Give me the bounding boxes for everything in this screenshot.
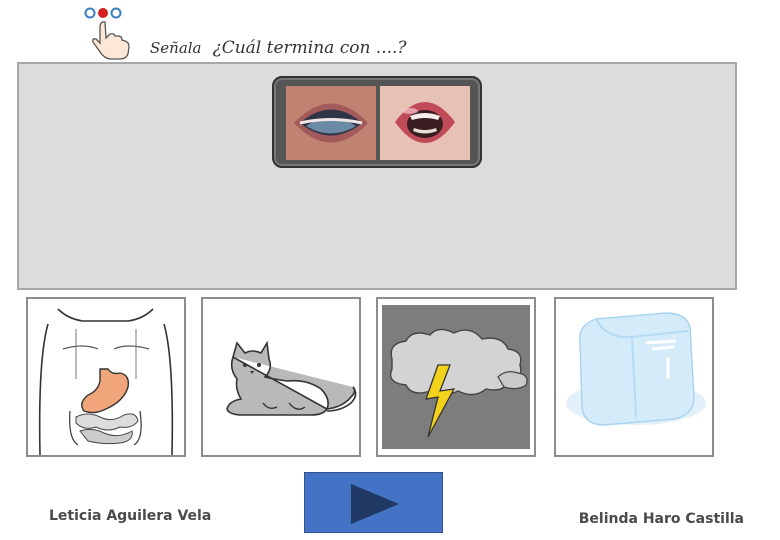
instruction-text: Señala ¿Cuál termina con ....?	[150, 38, 407, 58]
stomach-card[interactable]	[26, 297, 186, 457]
question-text: ¿Cuál termina con ....?	[212, 38, 407, 58]
storm-card[interactable]	[376, 297, 536, 457]
body-stomach-illustration	[38, 308, 174, 455]
author-left: Leticia Aguilera Vela	[49, 508, 212, 524]
author-right: Belinda Haro Castilla	[578, 511, 744, 527]
next-button[interactable]	[304, 472, 443, 533]
mouth-image-2	[380, 86, 470, 160]
cat-card[interactable]	[201, 297, 361, 457]
pointing-hand-icon	[80, 4, 134, 60]
ice-card[interactable]	[554, 297, 714, 457]
mouth-images-panel	[272, 76, 482, 168]
play-arrow-icon	[351, 484, 399, 524]
mouth-image-1	[286, 86, 376, 160]
instruction-lead: Señala	[150, 39, 202, 57]
ice-cube-illustration	[566, 312, 706, 426]
cat-illustration	[226, 340, 357, 416]
storm-cloud-lightning-illustration	[382, 305, 530, 449]
